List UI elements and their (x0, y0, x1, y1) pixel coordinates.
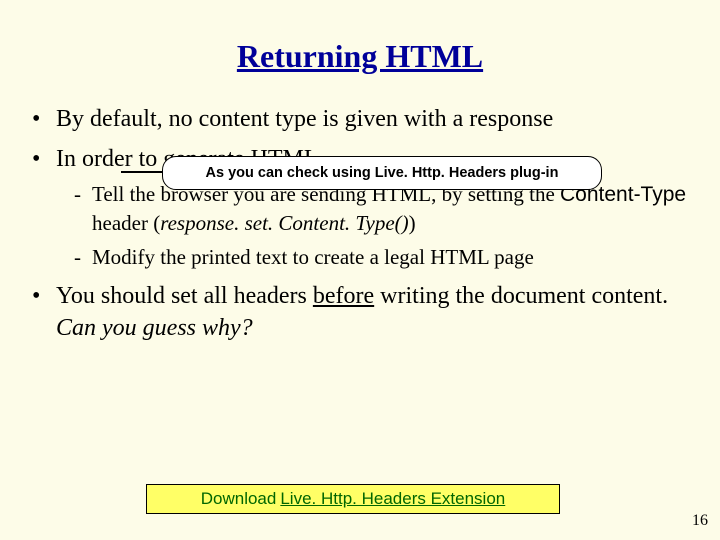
page-number: 16 (692, 512, 708, 530)
bullet-3: You should set all headers before writin… (28, 280, 690, 345)
download-link[interactable]: Live. Http. Headers Extension (280, 489, 505, 509)
bullet-1: By default, no content type is given wit… (28, 103, 690, 135)
sub2-text: Modify the printed text to create a lega… (92, 245, 534, 269)
b3-mid: writing the document content. (374, 283, 668, 309)
sub1-mid: header ( (92, 211, 160, 235)
callout-connector (121, 171, 162, 173)
sub-list: Tell the browser you are sending HTML, b… (56, 180, 690, 272)
slide: Returning HTML By default, no content ty… (0, 0, 720, 540)
sub1-post: ) (409, 211, 416, 235)
download-box: Download Live. Http. Headers Extension (146, 484, 560, 514)
guess-why: Can you guess why? (56, 315, 253, 341)
before-underline: before (313, 283, 374, 309)
b3-pre: You should set all headers (56, 283, 313, 309)
bullet-list: By default, no content type is given wit… (0, 103, 720, 345)
sub-bullet-2: Modify the printed text to create a lega… (74, 243, 690, 272)
slide-title: Returning HTML (0, 0, 720, 85)
callout-bubble: As you can check using Live. Http. Heade… (162, 156, 602, 190)
bullet-1-text: By default, no content type is given wit… (56, 106, 553, 132)
set-content-type-code: response. set. Content. Type() (160, 211, 408, 235)
download-prefix: Download (201, 489, 277, 509)
callout-text: As you can check using Live. Http. Heade… (206, 165, 559, 181)
